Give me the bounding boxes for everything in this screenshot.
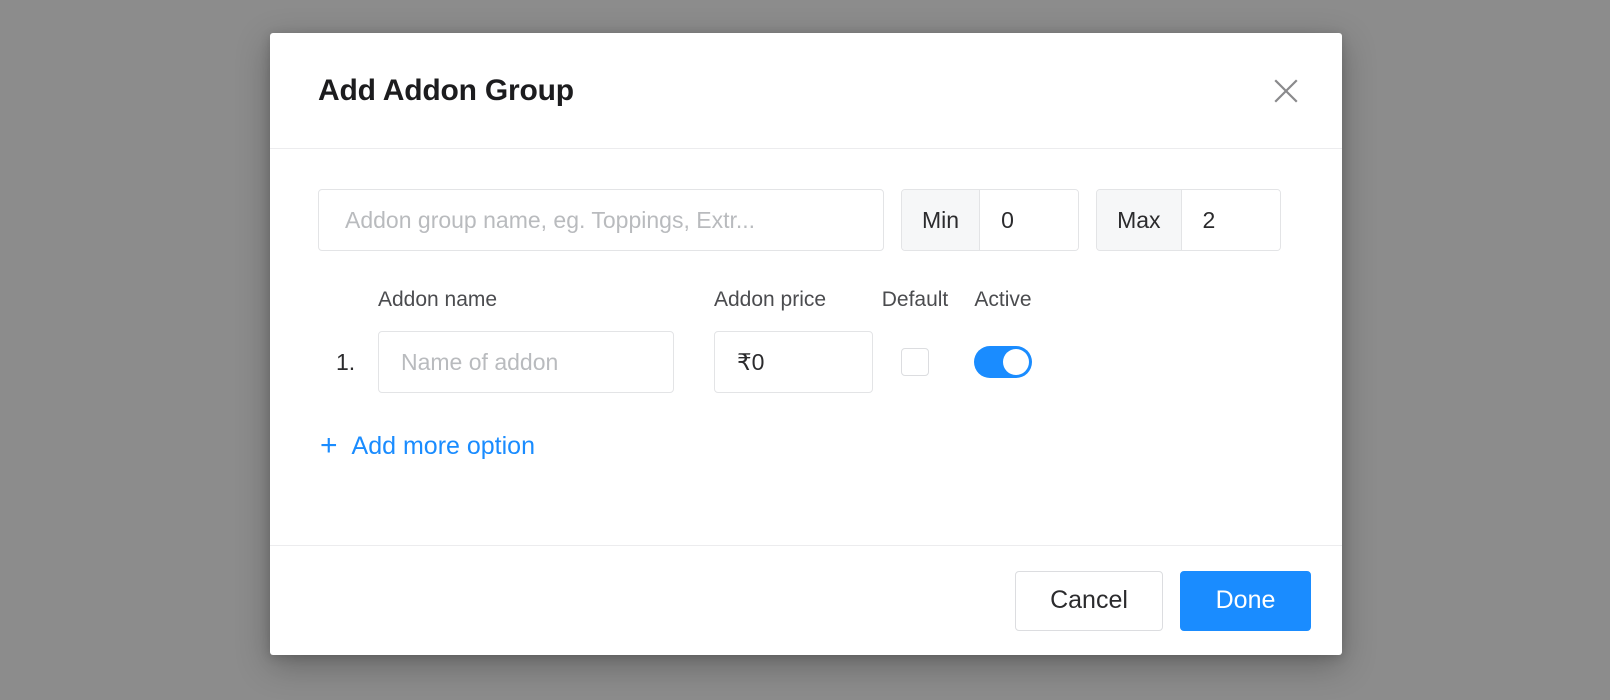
addon-group-name-input[interactable] <box>318 189 884 251</box>
done-button[interactable]: Done <box>1180 570 1311 631</box>
add-more-option-button[interactable]: + Add more option <box>320 431 535 461</box>
active-column-header: Active <box>974 288 1032 311</box>
page-title: Add Addon Group <box>318 73 574 107</box>
table-header-row: Addon name Addon price Default Active <box>318 289 1294 311</box>
default-checkbox[interactable] <box>901 348 929 376</box>
row-index-label: 1. <box>336 348 356 375</box>
add-addon-group-dialog: Add Addon Group Min Max <box>270 33 1342 655</box>
toggle-knob <box>1003 349 1029 375</box>
table-row: 1. <box>318 331 1294 393</box>
max-input[interactable] <box>1181 190 1280 250</box>
default-column-header: Default <box>881 288 949 311</box>
add-more-option-label: Add more option <box>351 431 535 460</box>
plus-icon: + <box>320 429 338 462</box>
addon-name-column-header: Addon name <box>378 288 498 311</box>
min-field-group: Min <box>901 189 1080 251</box>
addon-name-input[interactable] <box>378 331 674 393</box>
close-button[interactable] <box>1264 69 1308 113</box>
addon-price-input[interactable] <box>714 331 873 393</box>
cancel-button[interactable]: Cancel <box>1015 570 1163 631</box>
max-field-group: Max <box>1096 189 1281 251</box>
active-toggle[interactable] <box>974 346 1032 378</box>
group-settings-row: Min Max <box>318 189 1294 251</box>
min-input[interactable] <box>980 190 1079 250</box>
dialog-footer: Cancel Done <box>270 545 1342 655</box>
max-label: Max <box>1097 190 1182 250</box>
addon-price-column-header: Addon price <box>714 288 827 311</box>
close-icon <box>1272 77 1300 105</box>
min-label: Min <box>902 190 981 250</box>
dialog-header: Add Addon Group <box>270 33 1342 149</box>
addon-options-table: Addon name Addon price Default Active 1. <box>318 289 1294 393</box>
dialog-body: Min Max Addon name Addon price Default A… <box>270 149 1342 545</box>
